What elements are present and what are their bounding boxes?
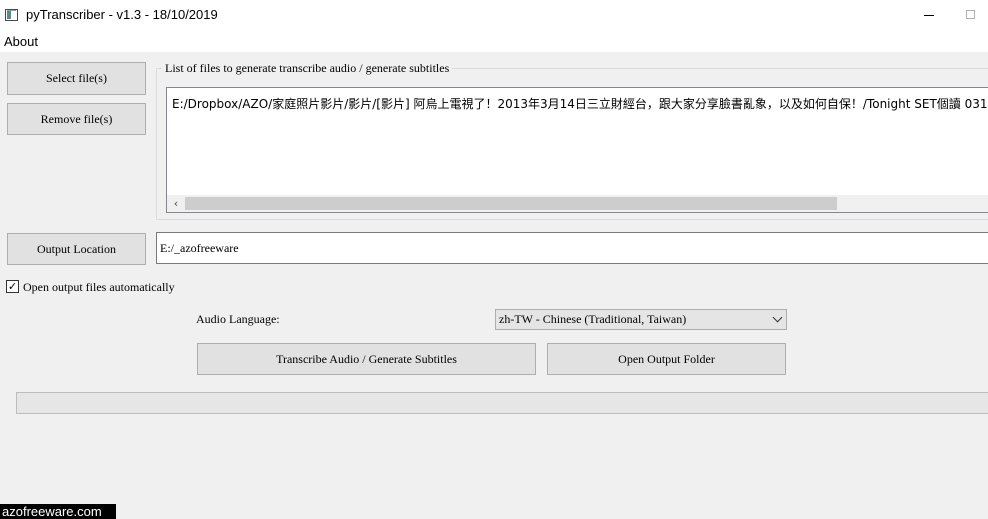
file-list[interactable]: E:/Dropbox/AZO/家庭照片影片/影片/[影片] 阿烏上電視了！201… — [166, 87, 988, 213]
menu-about[interactable]: About — [4, 34, 38, 49]
menu-bar: About — [0, 31, 988, 52]
minimize-icon[interactable] — [906, 0, 952, 31]
file-list-item[interactable]: E:/Dropbox/AZO/家庭照片影片/影片/[影片] 阿烏上電視了！201… — [172, 95, 988, 112]
progress-bar — [16, 392, 988, 414]
chevron-left-icon[interactable]: ‹ — [169, 195, 183, 212]
audio-language-select[interactable]: zh-TW - Chinese (Traditional, Taiwan) — [495, 309, 787, 330]
output-location-input[interactable] — [157, 233, 988, 263]
file-list-title: List of files to generate transcribe aud… — [162, 61, 453, 76]
select-files-button[interactable]: Select file(s) — [7, 62, 146, 95]
maximize-icon[interactable] — [950, 0, 988, 31]
app-icon — [5, 9, 18, 21]
window-title: pyTranscriber - v1.3 - 18/10/2019 — [26, 7, 218, 22]
open-auto-checkbox[interactable]: ✓ — [6, 280, 19, 293]
audio-language-label: Audio Language: — [196, 312, 280, 326]
title-bar: pyTranscriber - v1.3 - 18/10/2019 — [0, 0, 988, 31]
open-output-folder-button[interactable]: Open Output Folder — [547, 343, 786, 375]
output-location-field[interactable] — [156, 232, 988, 264]
remove-files-button[interactable]: Remove file(s) — [7, 103, 146, 135]
open-auto-label: Open output files automatically — [23, 280, 175, 294]
watermark: azofreeware.com — [0, 504, 116, 519]
scrollbar-thumb[interactable] — [185, 197, 837, 210]
chevron-down-icon — [772, 312, 783, 323]
transcribe-button[interactable]: Transcribe Audio / Generate Subtitles — [197, 343, 536, 375]
output-location-button[interactable]: Output Location — [7, 233, 146, 265]
horizontal-scrollbar[interactable]: ‹ — [167, 195, 988, 212]
audio-language-value: zh-TW - Chinese (Traditional, Taiwan) — [499, 312, 687, 326]
